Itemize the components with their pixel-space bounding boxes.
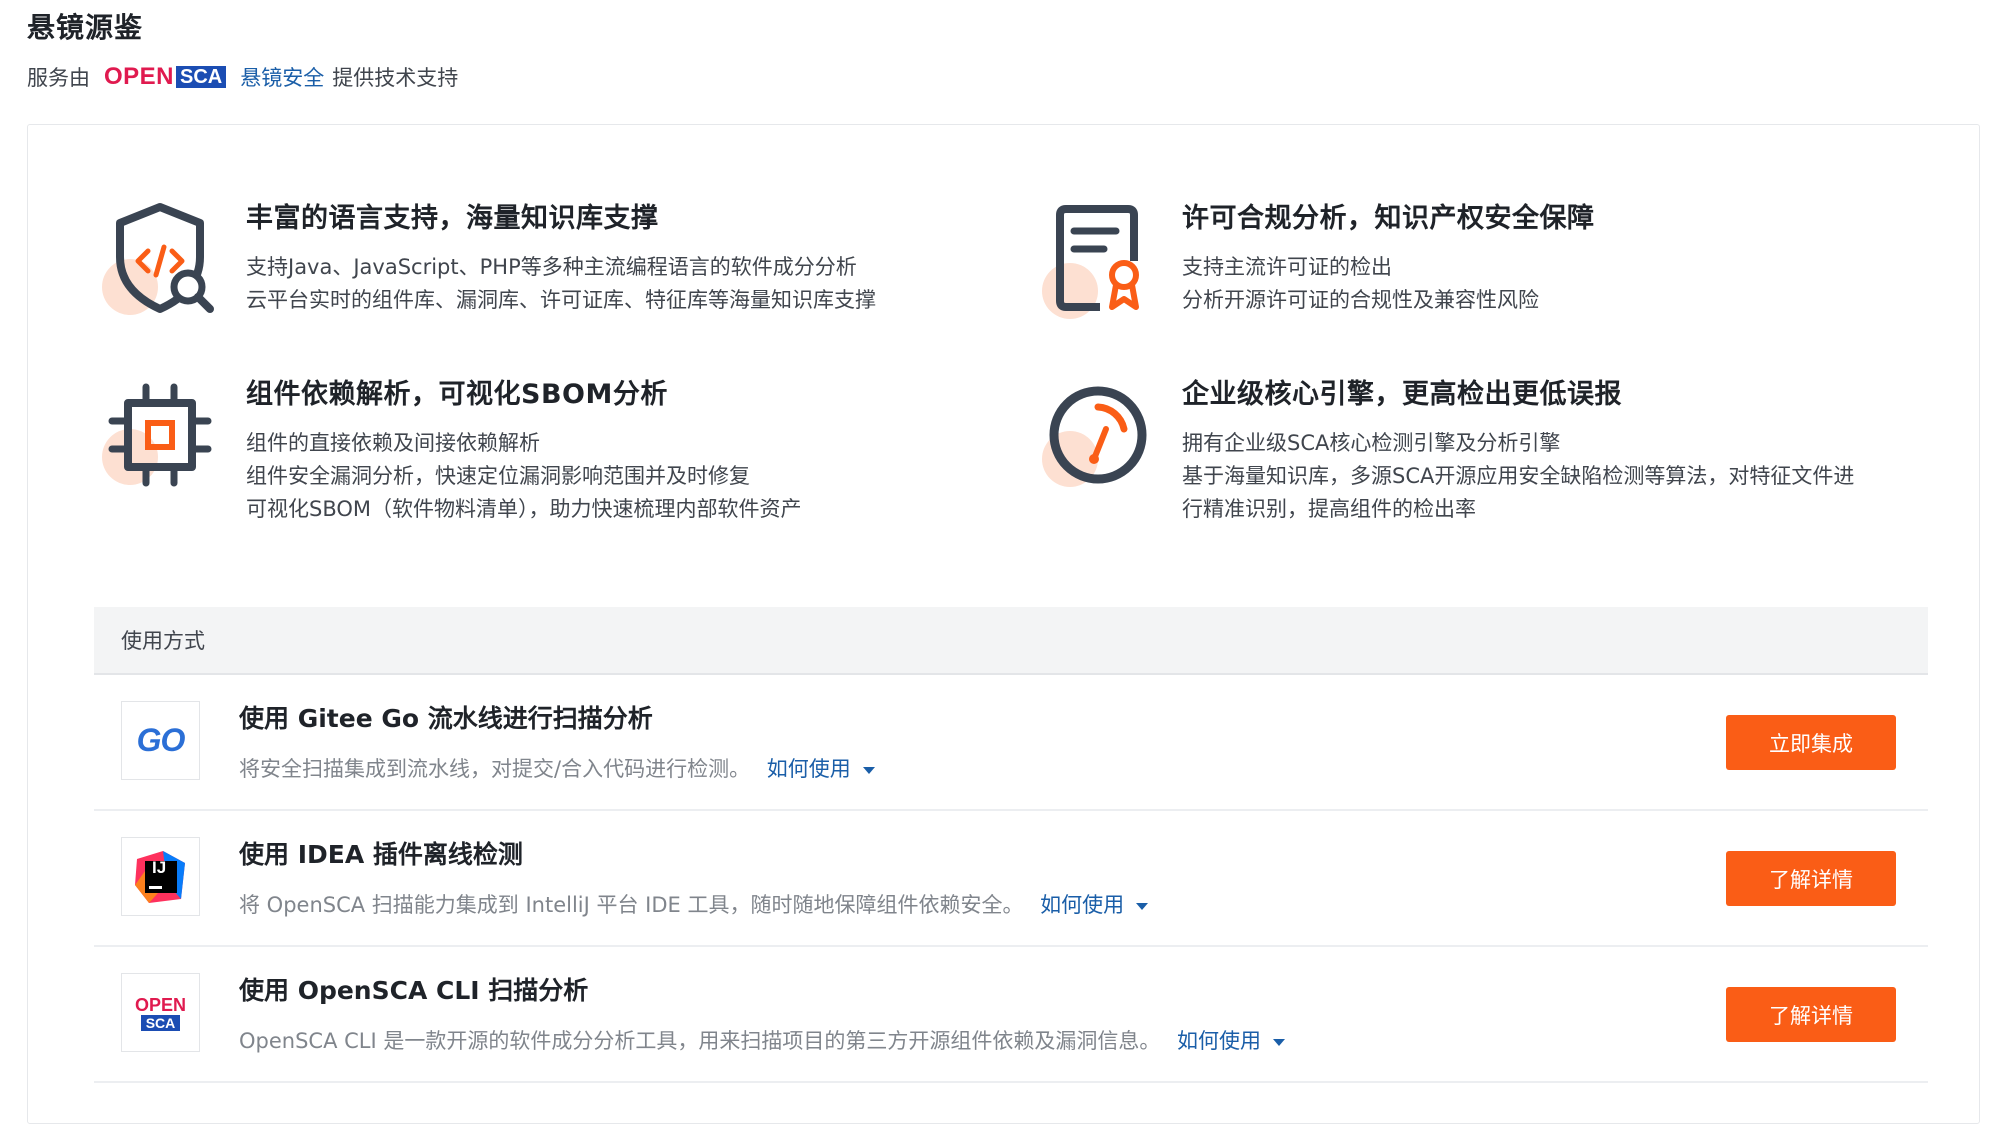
opensca-logo: OPEN SCA — [121, 973, 200, 1052]
learn-more-button[interactable]: 了解详情 — [1726, 987, 1896, 1042]
feature-text: 企业级核心引擎，更高检出更低误报 拥有企业级SCA核心检测引擎及分析引擎 基于海… — [1182, 375, 1962, 526]
usage-title: 使用 OpenSCA CLI 扫描分析 — [239, 976, 589, 1005]
feature-title: 许可合规分析，知识产权安全保障 — [1182, 203, 1595, 234]
gitee-go-logo: GO — [121, 701, 200, 780]
feature-text: 组件依赖解析，可视化SBOM分析 组件的直接依赖及间接依赖解析 组件安全漏洞分析… — [246, 375, 1006, 526]
usage-desc: OpenSCA CLI 是一款开源的软件成分分析工具，用来扫描项目的第三方开源组… — [239, 1025, 1286, 1057]
how-to-use-label: 如何使用 — [1177, 1029, 1262, 1053]
caret-down-icon — [1273, 1038, 1286, 1046]
usage-row-idea-plugin: IJ 使用 IDEA 插件离线检测 将 OpenSCA 扫描能力集成到 Inte… — [94, 811, 1928, 947]
caret-down-icon — [1136, 902, 1149, 910]
feature-line: 支持主流许可证的检出 — [1182, 255, 1392, 279]
opensca-logo-sca: SCA — [140, 1014, 181, 1031]
feature-line: 组件安全漏洞分析，快速定位漏洞影响范围并及时修复 — [246, 464, 750, 488]
usage-header: 使用方式 — [94, 607, 1928, 675]
feature-title: 组件依赖解析，可视化SBOM分析 — [246, 379, 668, 410]
feature-line: 支持Java、JavaScript、PHP等多种主流编程语言的软件成分分析 — [246, 255, 857, 279]
opensca-brand-logo: OPEN SCA — [104, 63, 227, 90]
feature-line: 基于海量知识库，多源SCA开源应用安全缺陷检测等算法，对特征文件进 — [1182, 464, 1855, 488]
how-to-use-toggle[interactable]: 如何使用 — [767, 757, 875, 781]
chip-icon — [100, 375, 220, 495]
usage-desc-text: 将安全扫描集成到流水线，对提交/合入代码进行检测。 — [239, 757, 751, 781]
usage-row-opensca-cli: OPEN SCA 使用 OpenSCA CLI 扫描分析 OpenSCA CLI… — [94, 947, 1928, 1083]
provider-line: 服务由 OPEN SCA 悬镜安全 提供技术支持 — [27, 62, 1987, 92]
opensca-logo-open: OPEN — [134, 994, 186, 1015]
usage-desc-text: 将 OpenSCA 扫描能力集成到 IntelliJ 平台 IDE 工具，随时随… — [239, 893, 1024, 917]
usage-desc: 将安全扫描集成到流水线，对提交/合入代码进行检测。 如何使用 — [239, 753, 875, 785]
usage-desc: 将 OpenSCA 扫描能力集成到 IntelliJ 平台 IDE 工具，随时随… — [239, 889, 1149, 921]
feature-line: 分析开源许可证的合规性及兼容性风险 — [1182, 288, 1539, 312]
how-to-use-toggle[interactable]: 如何使用 — [1177, 1029, 1286, 1053]
learn-more-button[interactable]: 了解详情 — [1726, 851, 1896, 906]
usage-title: 使用 IDEA 插件离线检测 — [239, 840, 523, 869]
how-to-use-toggle[interactable]: 如何使用 — [1040, 893, 1149, 917]
feature-text: 许可合规分析，知识产权安全保障 支持主流许可证的检出 分析开源许可证的合规性及兼… — [1182, 199, 1942, 317]
shield-code-search-icon — [100, 199, 220, 319]
gitee-go-logo-text: GO — [136, 722, 186, 758]
page-title: 悬镜源鉴 — [27, 11, 144, 44]
feature-line: 拥有企业级SCA核心检测引擎及分析引擎 — [1182, 431, 1561, 455]
usage-desc-text: OpenSCA CLI 是一款开源的软件成分分析工具，用来扫描项目的第三方开源组… — [239, 1029, 1161, 1053]
feature-line: 行精准识别，提高组件的检出率 — [1182, 497, 1476, 521]
feature-line: 云平台实时的组件库、漏洞库、许可证库、特征库等海量知识库支撑 — [246, 288, 876, 312]
feature-text: 丰富的语言支持，海量知识库支撑 支持Java、JavaScript、PHP等多种… — [246, 199, 1006, 317]
usage-section: 使用方式 GO 使用 Gitee Go 流水线进行扫描分析 将安全扫描集成到流水… — [94, 607, 1928, 1083]
feature-line: 可视化SBOM（软件物料清单），助力快速梳理内部软件资产 — [246, 497, 802, 521]
how-to-use-label: 如何使用 — [766, 757, 851, 781]
provider-prefix: 服务由 — [27, 66, 90, 90]
intellij-idea-logo: IJ — [121, 837, 200, 916]
feature-card: 丰富的语言支持，海量知识库支撑 支持Java、JavaScript、PHP等多种… — [27, 124, 1980, 1124]
license-certificate-icon — [1036, 199, 1156, 319]
gauge-icon — [1036, 375, 1156, 495]
usage-row-gitee-go: GO 使用 Gitee Go 流水线进行扫描分析 将安全扫描集成到流水线，对提交… — [94, 675, 1928, 811]
provider-link[interactable]: 悬镜安全 — [240, 62, 324, 92]
logo-sca-text: SCA — [176, 66, 227, 88]
caret-down-icon — [862, 766, 875, 774]
provider-suffix: 提供技术支持 — [332, 66, 459, 90]
intellij-logo-text: IJ — [152, 858, 167, 877]
feature-title: 丰富的语言支持，海量知识库支撑 — [246, 203, 659, 234]
usage-title: 使用 Gitee Go 流水线进行扫描分析 — [239, 704, 653, 733]
integrate-now-button[interactable]: 立即集成 — [1726, 715, 1896, 770]
logo-open-text: OPEN — [104, 63, 175, 90]
feature-title: 企业级核心引擎，更高检出更低误报 — [1182, 379, 1622, 410]
how-to-use-label: 如何使用 — [1040, 893, 1125, 917]
page-header: 悬镜源鉴 服务由 OPEN SCA 悬镜安全 提供技术支持 — [27, 8, 1987, 92]
feature-line: 组件的直接依赖及间接依赖解析 — [246, 431, 540, 455]
